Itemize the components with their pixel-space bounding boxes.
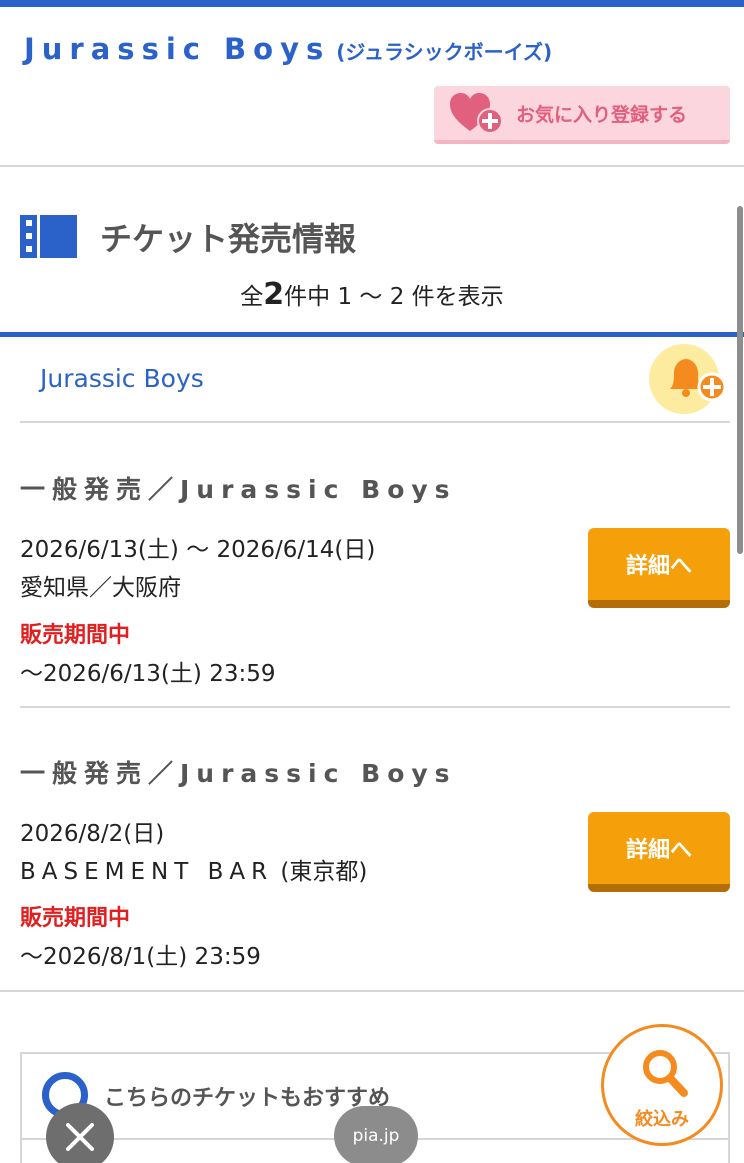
favorite-button-label: お気に入り登録する [516, 103, 688, 126]
close-icon [66, 1123, 94, 1151]
film-strip-icon [20, 215, 77, 258]
artist-kana: (ジュラシックボーイズ) [336, 40, 553, 64]
count-prefix: 全 [240, 284, 264, 310]
group-title[interactable]: Jurassic Boys [40, 364, 204, 393]
list-end-divider [0, 990, 744, 992]
artist-name: Jurassic Boys [24, 32, 331, 66]
details-button[interactable]: 詳細へ [588, 812, 730, 892]
heart-plus-icon [450, 93, 503, 134]
close-button[interactable] [46, 1103, 114, 1163]
artist-title: Jurassic Boys (ジュラシックボーイズ) [24, 32, 552, 66]
count-total: 2 [263, 277, 285, 312]
scrollbar[interactable] [737, 206, 743, 554]
top-accent-bar [0, 0, 744, 7]
bell-plus-icon[interactable] [648, 343, 728, 415]
sale-status: 販売期間中 [20, 623, 131, 648]
details-button[interactable]: 詳細へ [588, 528, 730, 608]
event-title: 一般発売／Jurassic Boys [20, 759, 457, 788]
header-divider [0, 165, 744, 167]
event-dates: 2026/6/13(土) 〜 2026/6/14(日) [20, 537, 376, 563]
venue-prefecture: (東京都) [280, 859, 368, 885]
add-favorite-button[interactable]: お気に入り登録する [434, 86, 730, 144]
event-title: 一般発売／Jurassic Boys [20, 475, 457, 504]
recommend-label: こちらのチケットもおすすめ [104, 1086, 391, 1111]
event-venue: 愛知県／大阪府 [20, 575, 181, 601]
search-icon [643, 1050, 688, 1097]
venue-name: BASEMENT BAR [20, 859, 274, 885]
filter-button-label: 絞込み [635, 1109, 689, 1130]
sale-status: 販売期間中 [20, 906, 131, 931]
sale-period: 〜2026/8/1(土) 23:59 [20, 944, 261, 970]
section-title: チケット発売情報 [100, 220, 357, 258]
count-suffix: 件中 1 〜 2 件を表示 [284, 284, 504, 310]
event-dates: 2026/8/2(日) [20, 821, 165, 847]
filter-button[interactable]: 絞込み [601, 1024, 723, 1146]
group-divider [20, 421, 730, 423]
domain-pill[interactable]: pia.jp [334, 1106, 418, 1163]
event-divider [20, 706, 730, 708]
event-venue: BASEMENT BAR (東京都) [20, 852, 367, 886]
section-divider [0, 332, 744, 337]
result-count: 全2件中 1 〜 2 件を表示 [0, 277, 744, 312]
sale-period: 〜2026/6/13(土) 23:59 [20, 661, 276, 687]
